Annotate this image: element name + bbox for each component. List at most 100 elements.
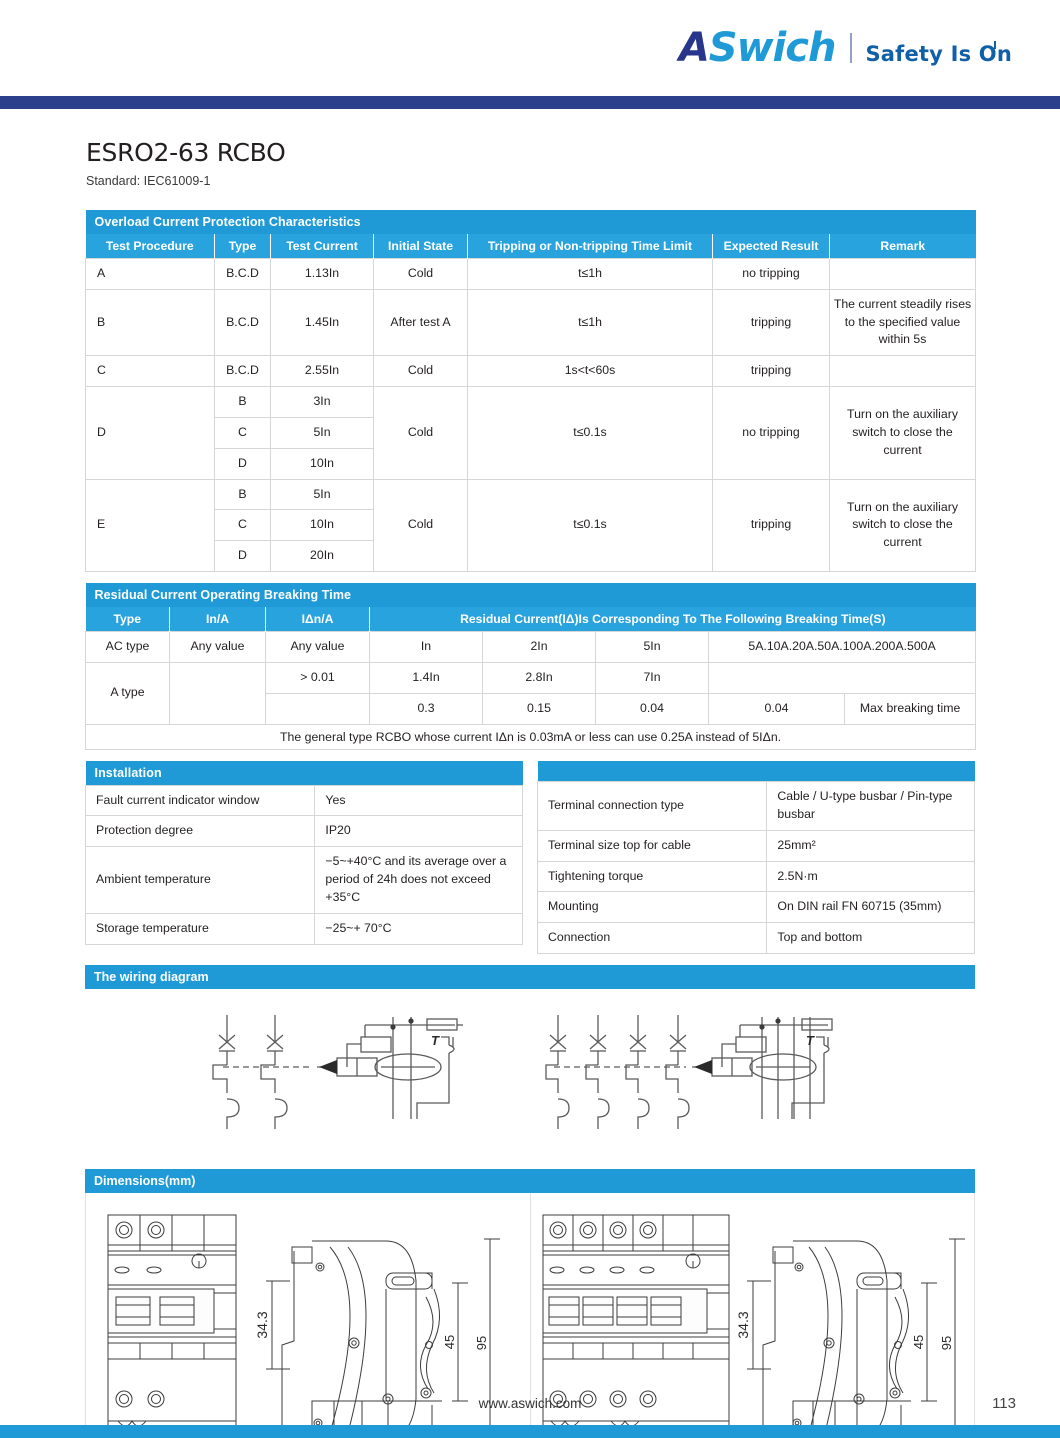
cell-current: 20In [270,540,374,573]
cell-bt-1: 0.3 [369,692,483,725]
aswich-logo: A Swich Safety Is On [679,25,1012,71]
cell-bt-1: 1.4In [369,661,483,694]
cell-bt-3: 5In [595,631,709,663]
header-initial-state: Initial State [373,234,468,259]
table-row: Terminal size top for cable 25mm² [536,829,975,862]
cell-limit: t≤1h [467,288,713,357]
cell-current: 5In [270,416,374,449]
cell-current: 3In [270,386,374,418]
spec-key: Connection [536,922,768,955]
spec-key: Protection degree [84,815,316,848]
residual-column-header-row: Type In/A IΔn/A Residual Current(IΔ)Is C… [85,607,976,632]
spec-key: Terminal size top for cable [536,829,768,862]
cell-state: Cold [373,258,468,290]
cell-bt-2: 2.8In [482,661,596,694]
cell-limit: t≤0.1s [467,386,713,480]
tagline-text: Safety Is [865,42,979,66]
cell-current: 1.13In [270,258,374,290]
test-button-label-4p: T [806,1033,815,1048]
cell-remark [829,355,976,388]
residual-section-title: Residual Current Operating Breaking Time [85,583,976,608]
cell-bt-1: In [369,631,483,663]
test-button-label-2p: T [431,1033,440,1048]
table-row: A B.C.D 1.13In Cold t≤1h no tripping [85,258,976,290]
standard-line: Standard: IEC61009-1 [86,174,211,188]
cell-current: 1.45In [270,288,374,357]
spec-value: 25mm² [766,829,975,862]
table-row: Protection degree IP20 [84,815,523,848]
spec-value: −5~+40°C and its average over a period o… [314,846,523,914]
cell-procedure: A [85,258,215,290]
cell-type: D [214,540,271,573]
footer-rule [0,1425,1060,1438]
header-breaking-time: Residual Current(IΔ)Is Corresponding To … [369,607,976,632]
cell-bt-3: 0.04 [595,692,709,725]
cell-type: B.C.D [214,355,271,388]
page-title: ESRO2-63 RCBO [86,138,286,167]
spec-key: Fault current indicator window [84,784,316,817]
residual-note-row: The general type RCBO whose current IΔn … [84,723,977,750]
spec-value: Yes [314,784,523,817]
cell-bt-4 [707,661,977,694]
header-test-procedure: Test Procedure [85,234,215,259]
spec-value: IP20 [314,815,523,848]
footer-page-number: 113 [992,1394,1016,1412]
cell-bt-3: 7In [595,661,709,694]
table-row: Tightening torque 2.5N·m [536,860,975,893]
footer-website[interactable]: www.aswich.com [479,1396,582,1411]
spec-value: Cable / U-type busbar / Pin-type busbar [766,781,975,831]
dim-front-height-4p: 34.3 [735,1311,751,1338]
wiring-diagram-4p: T [545,1015,833,1130]
overload-section-title: Overload Current Protection Characterist… [85,210,976,234]
header-test-current: Test Current [270,234,374,259]
cell-in-a [169,661,266,725]
installation-section: Installation Fault current indicator win… [84,760,975,955]
spec-value: Top and bottom [766,922,975,955]
cell-type: B.C.D [214,258,271,290]
header-remark: Remark [829,234,976,259]
cell-in-a: Any value [169,631,266,663]
header-type: Type [214,234,271,259]
dim-side-mid-2p: 45 [442,1335,457,1349]
page-footer: www.aswich.com 113 [0,1381,1060,1425]
spec-key: Ambient temperature [84,846,316,914]
wiring-diagram-area: T T [85,989,975,1169]
installation-right-header-row [537,760,975,782]
cell-result: no tripping [712,386,830,480]
spec-key: Tightening torque [536,860,768,893]
table-row: B B.C.D 1.45In After test A t≤1h trippin… [85,288,976,357]
logo-divider [850,33,853,63]
cell-idn-a [265,692,370,725]
overload-table-wrap: Overload Current Protection Characterist… [85,210,976,573]
cell-state: Cold [373,355,468,388]
cell-result: no tripping [712,258,830,290]
cell-type: B.C.D [214,288,271,357]
table-row: Terminal connection type Cable / U-type … [536,781,975,831]
residual-table-wrap: Residual Current Operating Breaking Time… [84,583,977,750]
cell-remark: The current steadily rises to the specif… [829,288,976,357]
overload-column-header-row: Test Procedure Type Test Current Initial… [85,234,976,259]
overload-section-header-row: Overload Current Protection Characterist… [85,210,976,234]
cell-bt-4: 0.04 [708,692,845,725]
cell-remark: Turn on the auxiliary switch to close th… [829,386,976,480]
dim-side-mid-4p: 45 [911,1335,926,1349]
cell-result: tripping [712,355,830,388]
spec-value: −25~+ 70°C [314,912,523,945]
header-res-type: Type [85,607,170,632]
cell-limit: 1s<t<60s [467,355,713,388]
cell-idn-a: > 0.01 [265,661,370,694]
cell-current: 2.55In [270,355,374,388]
cell-state: Cold [373,386,468,480]
datasheet-page: A Swich Safety Is On ESRO2-63 RCBO Standa… [0,0,1060,1438]
cell-procedure: B [85,288,215,357]
installation-section-title: Installation [85,760,523,786]
spec-key: Terminal connection type [536,781,768,831]
dimensions-section-title: Dimensions(mm) [85,1169,975,1194]
cell-limit: t≤1h [467,258,713,290]
cell-procedure: C [85,355,215,388]
residual-note: The general type RCBO whose current IΔn … [84,723,977,750]
brand-header: A Swich Safety Is On [0,0,1060,96]
cell-type: B [214,478,271,511]
cell-current: 10In [270,447,374,480]
table-row: AC type Any value Any value In 2In 5In 5… [85,631,977,663]
